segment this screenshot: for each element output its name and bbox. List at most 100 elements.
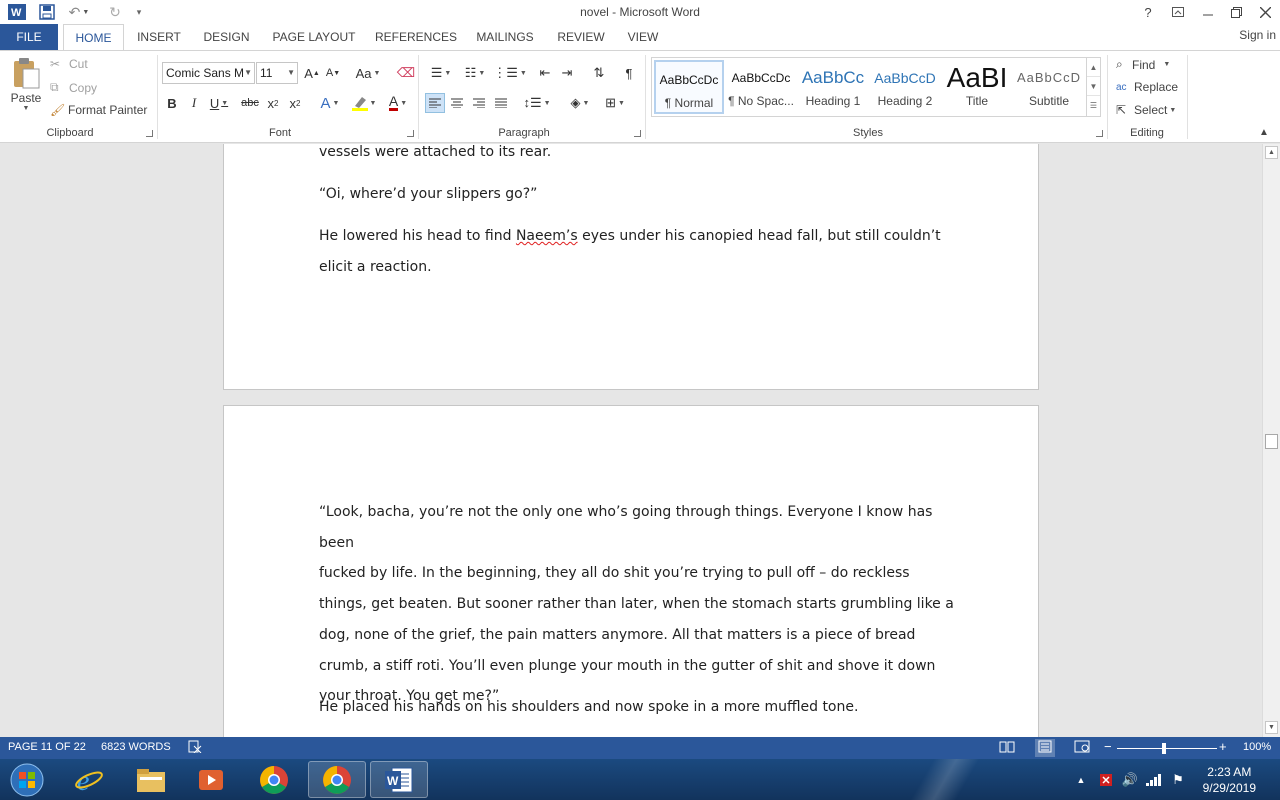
subscript-icon[interactable]: x2 <box>263 93 283 113</box>
scroll-thumb[interactable] <box>1265 434 1278 449</box>
replace-button[interactable]: ac Replace <box>1116 80 1178 94</box>
word-count[interactable]: 6823 WORDS <box>101 741 171 753</box>
font-family-select[interactable]: Comic Sans M ▼ <box>162 62 255 84</box>
word-window-icon[interactable]: W <box>370 761 428 798</box>
media-player-icon[interactable] <box>182 761 240 798</box>
clear-formatting-icon[interactable]: ⌫ <box>396 63 416 83</box>
align-right-icon[interactable] <box>469 93 489 113</box>
sort-icon[interactable]: ⇅ <box>589 63 609 83</box>
internet-explorer-icon[interactable]: e <box>60 761 118 798</box>
multilevel-list-icon[interactable]: ⋮☰ ▼ <box>493 63 527 83</box>
scroll-down-icon[interactable]: ▼ <box>1265 721 1278 734</box>
ribbon-display-options-icon[interactable] <box>1164 0 1192 24</box>
minimize-icon[interactable] <box>1194 0 1222 24</box>
italic-icon[interactable]: I <box>184 93 204 113</box>
font-color-icon[interactable]: A ▼ <box>383 93 413 113</box>
sign-in-link[interactable]: Sign in <box>1239 28 1276 42</box>
style-heading-1[interactable]: AaBbCc Heading 1 <box>798 60 868 114</box>
align-left-icon[interactable] <box>425 93 445 113</box>
increase-indent-icon[interactable]: ⇥ <box>557 63 577 83</box>
tab-home[interactable]: HOME <box>63 24 124 51</box>
zoom-out-icon[interactable]: − <box>1104 739 1112 754</box>
document-page[interactable]: “Look, bacha, you’re not the only one wh… <box>223 405 1039 737</box>
help-button[interactable]: ? <box>1134 0 1162 24</box>
style-title[interactable]: AaBI Title <box>942 60 1012 114</box>
show-hidden-icons-icon[interactable]: ▲ <box>1072 761 1090 798</box>
chrome-window-icon[interactable] <box>308 761 366 798</box>
read-mode-icon[interactable] <box>999 740 1015 757</box>
close-icon[interactable] <box>1251 0 1279 24</box>
styles-more-icon[interactable]: ☰ <box>1087 96 1100 115</box>
style-subtitle[interactable]: AaBbCcD Subtitle <box>1014 60 1084 114</box>
styles-down-icon[interactable]: ▼ <box>1087 77 1100 96</box>
paste-button[interactable]: Paste ▼ <box>8 57 44 117</box>
tab-references[interactable]: REFERENCES <box>374 24 458 50</box>
document-page[interactable]: vessels were attached to its rear. “Oi, … <box>223 144 1039 390</box>
format-painter-button[interactable]: 🖌 Format Painter <box>50 103 147 117</box>
collapse-ribbon-icon[interactable]: ▲ <box>1259 127 1269 138</box>
underline-icon[interactable]: U ▼ <box>206 93 232 113</box>
tab-file[interactable]: FILE <box>0 24 58 50</box>
page-count[interactable]: PAGE 11 OF 22 <box>8 741 86 753</box>
grow-font-icon[interactable]: A ▲ <box>302 63 322 83</box>
line-spacing-icon[interactable]: ↕☰ ▼ <box>522 93 552 113</box>
print-layout-icon[interactable] <box>1035 739 1055 757</box>
zoom-level[interactable]: 100% <box>1243 741 1271 753</box>
tab-view[interactable]: VIEW <box>622 24 664 50</box>
justify-icon[interactable] <box>491 93 511 113</box>
tab-page-layout[interactable]: PAGE LAYOUT <box>268 24 360 50</box>
align-center-icon[interactable] <box>447 93 467 113</box>
tab-review[interactable]: REVIEW <box>553 24 609 50</box>
zoom-slider-track[interactable] <box>1117 748 1217 749</box>
style-heading-2[interactable]: AaBbCcD Heading 2 <box>870 60 940 114</box>
network-icon[interactable] <box>1144 761 1164 798</box>
proofing-icon[interactable] <box>188 740 202 756</box>
security-icon[interactable] <box>1096 761 1116 798</box>
cut-button[interactable]: ✂ Cut <box>50 57 88 71</box>
borders-icon[interactable]: ⊞ ▼ <box>600 93 630 113</box>
highlight-icon[interactable]: ▼ <box>349 93 379 113</box>
volume-icon[interactable]: 🔊 <box>1120 761 1140 798</box>
bullets-icon[interactable]: ☰ ▼ <box>426 63 456 83</box>
style-normal[interactable]: AaBbCcDc ¶ Normal <box>654 60 724 114</box>
strikethrough-icon[interactable]: abc <box>240 93 260 113</box>
file-explorer-icon[interactable] <box>122 761 180 798</box>
copy-button[interactable]: ⧉ Copy <box>50 80 97 95</box>
action-center-flag-icon[interactable]: ⚑ <box>1168 761 1188 798</box>
decrease-indent-icon[interactable]: ⇤ <box>535 63 555 83</box>
document-area[interactable]: vessels were attached to its rear. “Oi, … <box>0 144 1262 737</box>
paragraph-launcher-icon[interactable] <box>634 130 641 137</box>
text-effects-icon[interactable]: A ▼ <box>316 93 344 113</box>
zoom-slider-thumb[interactable] <box>1162 743 1166 754</box>
paragraph-line: crumb, a stiff roti. You’ll even plunge … <box>319 657 936 674</box>
show-formatting-icon[interactable]: ¶ <box>619 63 639 83</box>
styles-up-icon[interactable]: ▲ <box>1087 58 1100 77</box>
shading-icon[interactable]: ◈ ▼ <box>565 93 595 113</box>
chrome-icon[interactable] <box>245 761 303 798</box>
superscript-icon[interactable]: x2 <box>285 93 305 113</box>
clipboard-launcher-icon[interactable] <box>146 130 153 137</box>
tab-mailings[interactable]: MAILINGS <box>470 24 540 50</box>
zoom-in-icon[interactable]: + <box>1219 739 1227 754</box>
style-no-spacing[interactable]: AaBbCcDc ¶ No Spac... <box>726 60 796 114</box>
tab-design[interactable]: DESIGN <box>198 24 255 50</box>
paragraph-line: dog, none of the grief, the pain matters… <box>319 626 916 643</box>
tab-insert[interactable]: INSERT <box>132 24 186 50</box>
select-button[interactable]: ⇱ Select ▼ <box>1116 103 1176 117</box>
change-case-icon[interactable]: Aa ▼ <box>353 63 383 83</box>
paragraph-line: “Oi, where’d your slippers go?” <box>319 186 538 202</box>
scroll-up-icon[interactable]: ▲ <box>1265 146 1278 159</box>
bold-icon[interactable]: B <box>162 93 182 113</box>
system-clock[interactable]: 2:23 AM 9/29/2019 <box>1203 764 1256 796</box>
shrink-font-icon[interactable]: A ▼ <box>323 63 343 83</box>
start-button[interactable] <box>0 761 54 798</box>
web-layout-icon[interactable] <box>1074 740 1090 756</box>
find-button[interactable]: ⌕ Find ▼ <box>1116 57 1170 72</box>
vertical-scrollbar[interactable]: ▲ ▼ <box>1262 144 1280 737</box>
font-size-select[interactable]: 11 ▼ <box>256 62 298 84</box>
misspelled-word[interactable]: Naeem’s <box>516 228 578 244</box>
styles-launcher-icon[interactable] <box>1096 130 1103 137</box>
numbering-icon[interactable]: ☷ ▼ <box>460 63 490 83</box>
font-launcher-icon[interactable] <box>407 130 414 137</box>
restore-icon[interactable] <box>1222 0 1250 24</box>
